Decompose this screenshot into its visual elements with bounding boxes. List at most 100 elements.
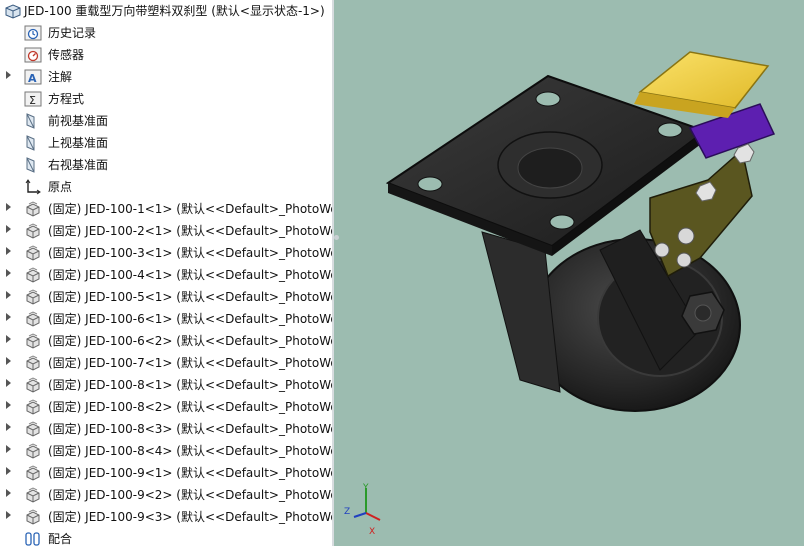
tree-item-component[interactable]: (固定) JED-100-1<1> (默认<<Default>_PhotoWor: [0, 198, 332, 220]
tree-item-origin[interactable]: 原点: [0, 176, 332, 198]
tree-item-label: 注解: [48, 70, 73, 84]
plate-hole: [417, 176, 443, 192]
tree-item-equations[interactable]: Σ 方程式: [0, 88, 332, 110]
plate-hole: [535, 91, 561, 107]
fork: [481, 231, 561, 393]
tree-item-component[interactable]: (固定) JED-100-6<1> (默认<<Default>_PhotoWor: [0, 308, 332, 330]
tree-item-component[interactable]: (固定) JED-100-8<2> (默认<<Default>_PhotoWor: [0, 396, 332, 418]
tree-item-label: 历史记录: [48, 26, 97, 40]
part-icon: [26, 333, 40, 349]
component-label: (固定) JED-100-2<1> (默认<<Default>_PhotoWor: [48, 224, 332, 238]
expand-arrow-icon[interactable]: [6, 401, 11, 409]
expand-arrow-icon[interactable]: [6, 379, 11, 387]
expand-arrow-icon[interactable]: [6, 467, 11, 475]
tree-item-top-plane[interactable]: 上视基准面: [0, 132, 332, 154]
expand-arrow-icon[interactable]: [6, 423, 11, 431]
part-icon: [26, 399, 40, 415]
component-label: (固定) JED-100-9<1> (默认<<Default>_PhotoWor: [48, 466, 332, 480]
feature-manager-tree: JED-100 重载型万向带塑料双刹型 (默认<显示状态-1>) 历史记录 传感…: [0, 0, 332, 546]
part-icon: [26, 223, 40, 239]
component-label: (固定) JED-100-8<4> (默认<<Default>_PhotoWor: [48, 444, 332, 458]
component-label: (固定) JED-100-4<1> (默认<<Default>_PhotoWor: [48, 268, 332, 282]
expand-arrow-icon[interactable]: [6, 489, 11, 497]
plane-icon: [26, 135, 35, 151]
expand-arrow-icon[interactable]: [6, 511, 11, 519]
part-icon: [26, 509, 40, 525]
tree-item-component[interactable]: (固定) JED-100-2<1> (默认<<Default>_PhotoWor: [0, 220, 332, 242]
tree-item-component[interactable]: (固定) JED-100-7<1> (默认<<Default>_PhotoWor: [0, 352, 332, 374]
expand-arrow-icon[interactable]: [6, 203, 11, 211]
part-icon: [26, 443, 40, 459]
tree-item-component[interactable]: (固定) JED-100-4<1> (默认<<Default>_PhotoWor: [0, 264, 332, 286]
part-icon: [26, 289, 40, 305]
expand-arrow-icon[interactable]: [6, 335, 11, 343]
tree-item-component[interactable]: (固定) JED-100-9<3> (默认<<Default>_PhotoWor: [0, 506, 332, 528]
part-icon: [26, 421, 40, 437]
part-icon: [26, 267, 40, 283]
tree-item-history[interactable]: 历史记录: [0, 22, 332, 44]
view-triad[interactable]: Y X Z: [344, 483, 381, 537]
expand-arrow-icon[interactable]: [6, 225, 11, 233]
tree-root-assembly[interactable]: JED-100 重载型万向带塑料双刹型 (默认<显示状态-1>): [0, 0, 332, 22]
origin-icon: [25, 179, 41, 195]
part-icon: [26, 201, 40, 217]
part-icon: [26, 355, 40, 371]
tree-item-label: 传感器: [48, 48, 85, 62]
expand-arrow-icon[interactable]: [6, 71, 11, 79]
component-label: (固定) JED-100-6<1> (默认<<Default>_PhotoWor: [48, 312, 332, 326]
part-icon: [26, 377, 40, 393]
mates-icon: [25, 532, 40, 546]
part-icon: [26, 245, 40, 261]
expand-arrow-icon[interactable]: [6, 247, 11, 255]
tree-item-label: 方程式: [48, 92, 85, 106]
equation-icon: Σ: [24, 91, 42, 107]
tree-item-component[interactable]: (固定) JED-100-3<1> (默认<<Default>_PhotoWor: [0, 242, 332, 264]
triad-y-label: Y: [362, 483, 369, 493]
bolt: [654, 242, 670, 258]
tree-item-component[interactable]: (固定) JED-100-9<2> (默认<<Default>_PhotoWor: [0, 484, 332, 506]
tree-item-component[interactable]: (固定) JED-100-6<2> (默认<<Default>_PhotoWor: [0, 330, 332, 352]
part-icon: [26, 311, 40, 327]
tree-item-component[interactable]: (固定) JED-100-8<3> (默认<<Default>_PhotoWor: [0, 418, 332, 440]
expand-arrow-icon[interactable]: [6, 313, 11, 321]
expand-arrow-icon[interactable]: [6, 291, 11, 299]
component-label: (固定) JED-100-8<2> (默认<<Default>_PhotoWor: [48, 400, 332, 414]
tree-item-annotations[interactable]: A 注解: [0, 66, 332, 88]
tree-item-component[interactable]: (固定) JED-100-8<1> (默认<<Default>_PhotoWor: [0, 374, 332, 396]
history-icon: [24, 25, 42, 41]
caster-model[interactable]: [385, 51, 776, 412]
tree-item-component[interactable]: (固定) JED-100-8<4> (默认<<Default>_PhotoWor: [0, 440, 332, 462]
tree-item-label: 右视基准面: [48, 158, 109, 172]
part-icon: [26, 487, 40, 503]
plate-hole: [657, 122, 683, 138]
panel-divider[interactable]: [332, 0, 334, 546]
expand-arrow-icon[interactable]: [6, 357, 11, 365]
bolt: [677, 227, 695, 245]
component-label: (固定) JED-100-8<3> (默认<<Default>_PhotoWor: [48, 422, 332, 436]
triad-z-label: Z: [344, 507, 350, 517]
component-label: (固定) JED-100-3<1> (默认<<Default>_PhotoWor: [48, 246, 332, 260]
tree-item-label: 原点: [48, 180, 73, 194]
component-label: (固定) JED-100-5<1> (默认<<Default>_PhotoWor: [48, 290, 332, 304]
expand-arrow-icon[interactable]: [6, 445, 11, 453]
tree-item-component[interactable]: (固定) JED-100-5<1> (默认<<Default>_PhotoWor: [0, 286, 332, 308]
bolt: [676, 252, 692, 268]
part-icon: [26, 465, 40, 481]
tree-item-label: 前视基准面: [48, 114, 109, 128]
plate-hole: [549, 214, 575, 230]
annotation-icon: A: [24, 69, 42, 85]
tree-item-component[interactable]: (固定) JED-100-9<1> (默认<<Default>_PhotoWor: [0, 462, 332, 484]
tree-item-sensors[interactable]: 传感器: [0, 44, 332, 66]
tree-item-label: 配合: [48, 532, 73, 546]
svg-text:Σ: Σ: [29, 94, 36, 107]
tree-item-front-plane[interactable]: 前视基准面: [0, 110, 332, 132]
component-label: (固定) JED-100-6<2> (默认<<Default>_PhotoWor: [48, 334, 332, 348]
expand-arrow-icon[interactable]: [6, 269, 11, 277]
graphics-viewport[interactable]: Y X Z: [336, 0, 804, 546]
sensor-icon: [24, 47, 42, 63]
component-label: (固定) JED-100-9<2> (默认<<Default>_PhotoWor: [48, 488, 332, 502]
tree-item-mates[interactable]: 配合: [0, 528, 332, 546]
component-label: (固定) JED-100-1<1> (默认<<Default>_PhotoWor: [48, 202, 332, 216]
tree-item-right-plane[interactable]: 右视基准面: [0, 154, 332, 176]
tree-item-label: 上视基准面: [48, 136, 109, 150]
